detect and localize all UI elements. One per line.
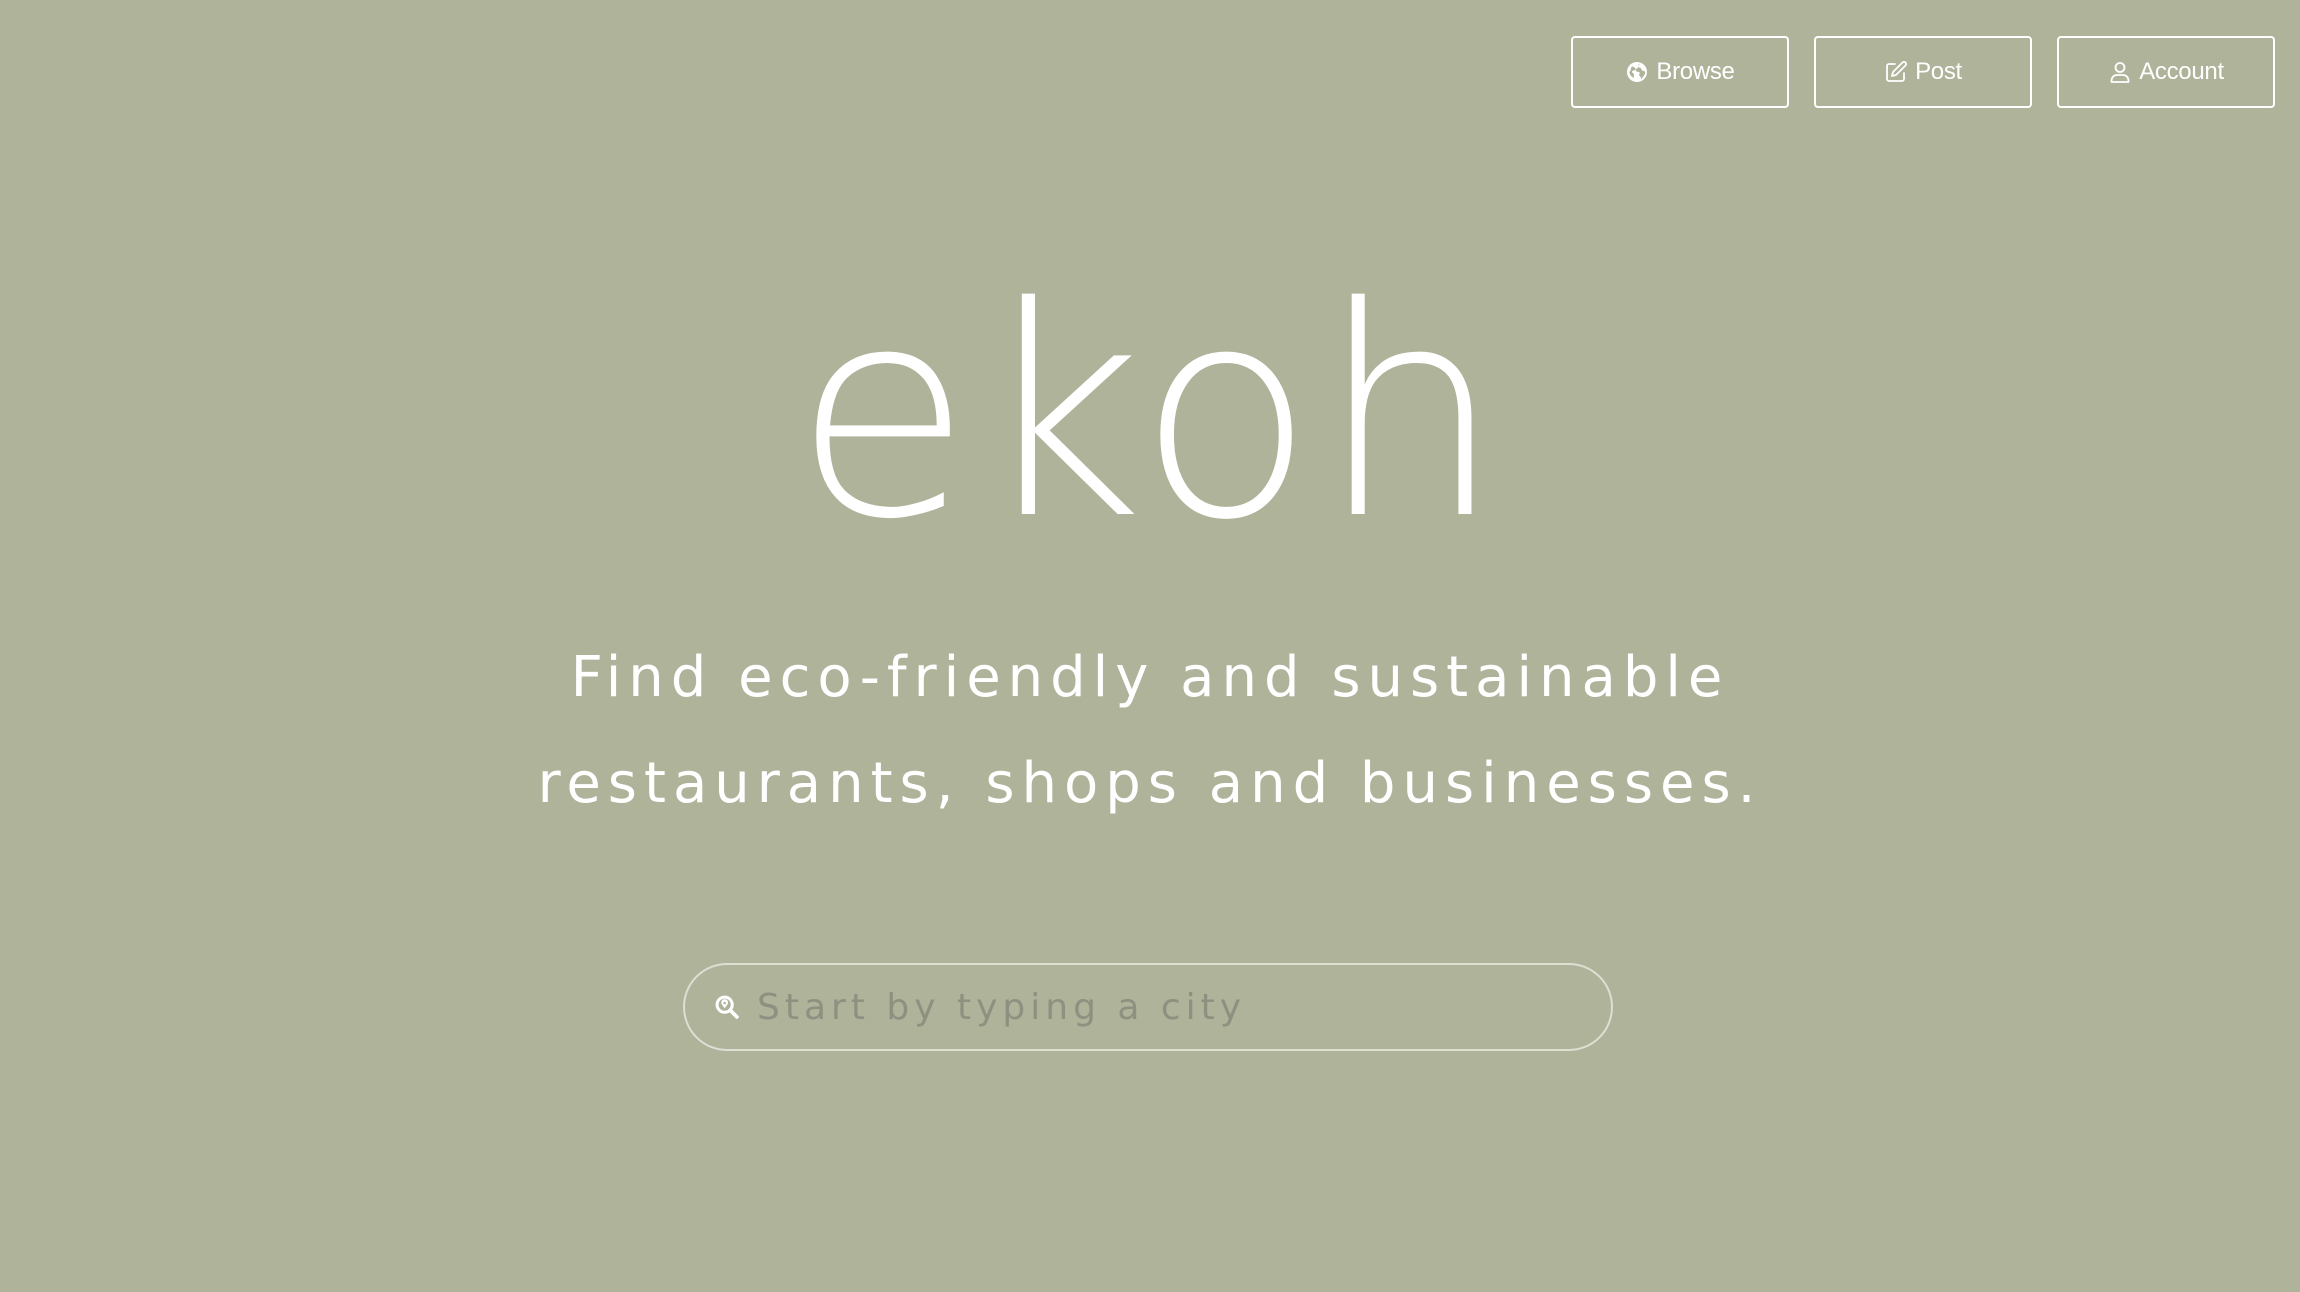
browse-button[interactable]: Browse	[1571, 36, 1789, 108]
post-label: Post	[1915, 58, 1962, 85]
search-input[interactable]	[757, 986, 1577, 1028]
user-icon	[2108, 60, 2132, 84]
edit-icon	[1884, 60, 1908, 84]
browse-label: Browse	[1656, 58, 1735, 85]
top-nav: Browse Post Account	[1571, 36, 2275, 108]
account-label: Account	[2139, 58, 2224, 85]
logo: ekoh	[793, 246, 1507, 583]
account-button[interactable]: Account	[2057, 36, 2275, 108]
globe-icon	[1625, 60, 1649, 84]
post-button[interactable]: Post	[1814, 36, 2032, 108]
tagline-line-2: restaurants, shops and businesses.	[537, 751, 1763, 816]
search-location-icon	[713, 993, 741, 1021]
search-bar[interactable]	[683, 963, 1613, 1051]
tagline: Find eco-friendly and sustainable restau…	[0, 625, 2300, 837]
tagline-line-1: Find eco-friendly and sustainable	[570, 645, 1730, 710]
